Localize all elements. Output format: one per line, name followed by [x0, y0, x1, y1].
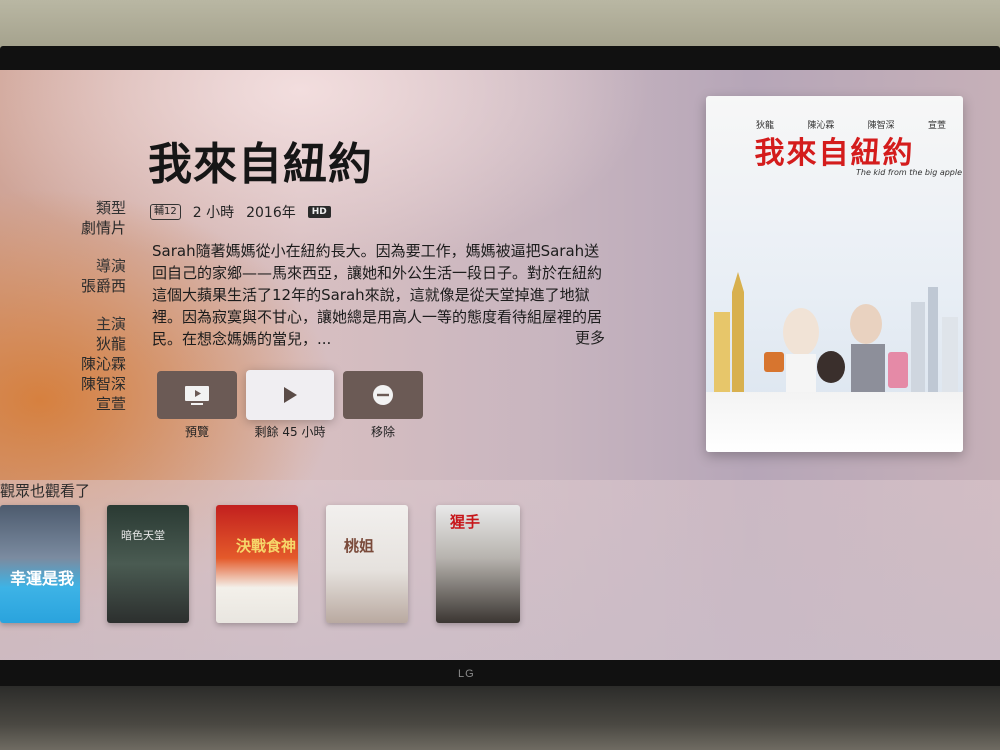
related-item[interactable]: 暗色天堂: [107, 505, 189, 623]
duration: 2 小時: [192, 205, 235, 221]
related-item-title: 猩手: [450, 513, 481, 531]
hd-badge: HD: [307, 206, 331, 218]
cast-member: 宣萱: [95, 395, 126, 413]
more-link[interactable]: 更多: [575, 327, 605, 348]
poster-subtitle: The kid from the big apple: [856, 168, 963, 177]
credits-column: 類型 劇情片 導演 張爵西 主演 狄龍 陳沁霖 陳智深 宣萱: [60, 198, 126, 432]
play-label: 剩餘 45 小時: [254, 425, 326, 439]
director-label: 導演: [95, 257, 126, 275]
movie-description: Sarah隨著媽媽從小在紐約長大。因為要工作，媽媽被逼把Sarah送回自己的家鄉…: [152, 242, 603, 348]
movie-poster: 狄龍 陳沁霖 陳智深 宣萱 我來自紐約 The kid from the big…: [706, 96, 963, 452]
preview-label: 預覽: [184, 425, 209, 439]
cast-label: 主演: [95, 315, 126, 333]
remove-label: 移除: [370, 425, 395, 439]
genre-label: 類型: [95, 199, 126, 217]
related-item-title: 暗色天堂: [121, 529, 165, 542]
related-item-title: 桃姐: [344, 537, 375, 555]
genre-value: 劇情片: [80, 219, 126, 237]
minus-circle-icon: [373, 385, 393, 405]
play-button[interactable]: [246, 370, 334, 420]
release-year: 2016年: [246, 205, 296, 221]
movie-meta: 輔12 2 小時 2016年 HD: [150, 202, 331, 222]
related-item-title: 決戰食神: [236, 537, 297, 555]
related-item[interactable]: 幸運是我: [0, 505, 80, 623]
related-item[interactable]: 猩手: [436, 505, 520, 623]
preview-button[interactable]: [157, 371, 237, 419]
related-title: 觀眾也觀看了: [0, 482, 91, 500]
cast-member: 陳沁霖: [80, 355, 126, 373]
wall-background: [0, 0, 1000, 52]
tv-brand-logo: LG: [458, 668, 475, 680]
movie-title: 我來自紐約: [148, 139, 373, 190]
poster-ground: [706, 392, 963, 452]
rating-badge: 輔12: [150, 204, 181, 220]
play-icon: [284, 387, 297, 403]
cast-member: 陳智深: [80, 375, 126, 393]
related-item-title: 幸運是我: [10, 569, 75, 588]
related-item[interactable]: 桃姐: [326, 505, 408, 623]
remove-button[interactable]: [343, 371, 423, 419]
poster-artwork: [714, 272, 958, 392]
director-value: 張爵西: [80, 277, 126, 295]
desk-area: [0, 686, 1000, 750]
related-item[interactable]: 決戰食神: [216, 505, 298, 623]
tv-screen: 我來自紐約 類型 劇情片 導演 張爵西 主演 狄龍 陳沁霖 陳智深 宣萱 輔12…: [0, 70, 1000, 660]
poster-title: 我來自紐約: [754, 136, 915, 171]
cast-member: 狄龍: [95, 335, 126, 353]
trailer-icon: [185, 386, 209, 405]
